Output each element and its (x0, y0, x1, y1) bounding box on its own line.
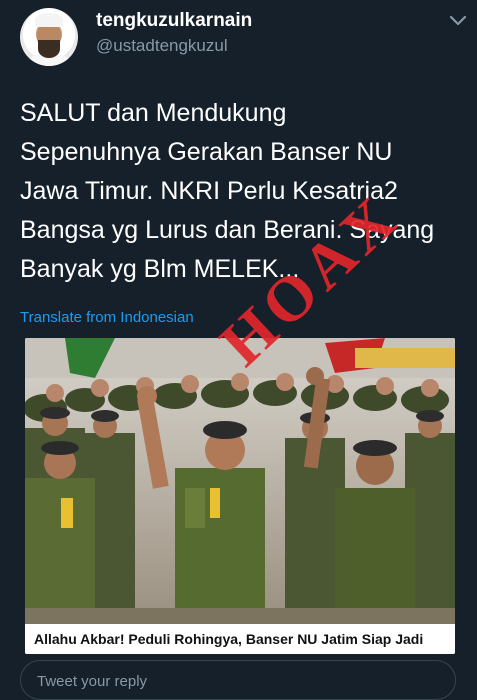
display-name[interactable]: tengkuzulkarnain (96, 10, 252, 32)
avatar[interactable] (20, 8, 78, 66)
tweet-text: SALUT dan Mendukung Sepenuhnya Gerakan B… (20, 99, 435, 283)
tweet-header: tengkuzulkarnain @ustadtengkuzul (0, 0, 477, 80)
crowd-photo[interactable] (25, 338, 455, 624)
reply-placeholder: Tweet your reply (37, 673, 148, 690)
card-caption[interactable]: Allahu Akbar! Peduli Rohingya, Banser NU… (25, 624, 455, 654)
translate-link[interactable]: Translate from Indonesian (20, 309, 194, 326)
media-card[interactable]: Allahu Akbar! Peduli Rohingya, Banser NU… (25, 338, 455, 654)
user-handle[interactable]: @ustadtengkuzul (96, 36, 228, 56)
reply-input[interactable]: Tweet your reply (20, 660, 456, 700)
chevron-down-icon[interactable] (446, 8, 470, 32)
